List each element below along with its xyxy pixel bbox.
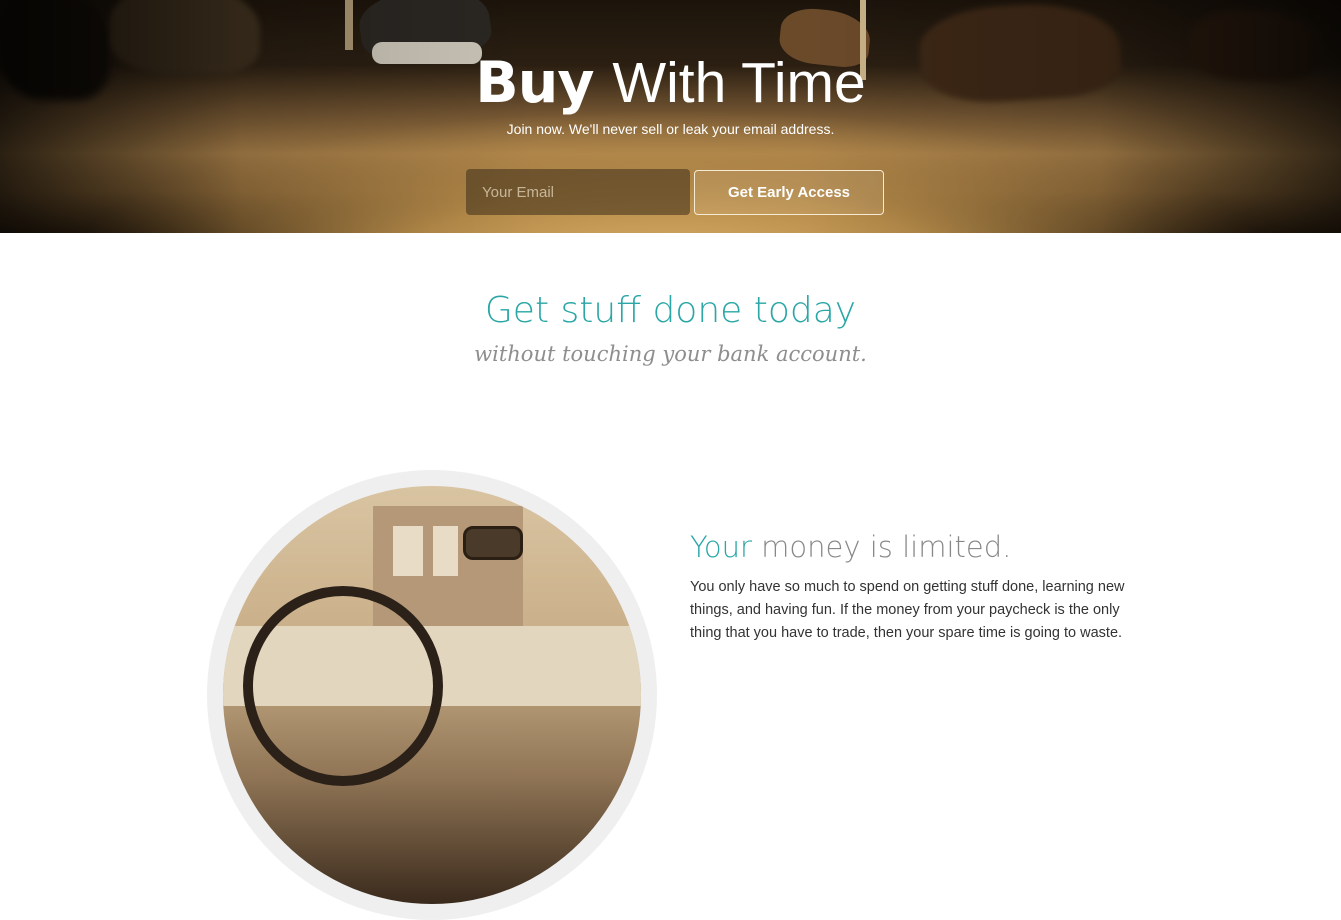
feature-photo-car-interior (223, 486, 641, 904)
feature-title-accent: Your (690, 530, 752, 564)
hero-title-bold: Buy (475, 50, 594, 116)
email-input[interactable] (466, 169, 690, 215)
photo-steering-wheel (243, 586, 443, 786)
photo-rearview-mirror (463, 526, 523, 560)
get-early-access-button[interactable]: Get Early Access (694, 170, 884, 215)
feature-title: Your money is limited. (690, 530, 1011, 564)
hero-title-light: With Time (612, 51, 866, 115)
section-title: Get stuff done today (484, 290, 857, 331)
photo-window (433, 526, 458, 576)
hero-subtitle: Join now. We'll never sell or leak your … (506, 121, 835, 137)
hero-banner: Buy With Time Join now. We'll never sell… (0, 0, 1341, 233)
feature-body: You only have so much to spend on gettin… (690, 579, 1125, 641)
hero-title: Buy With Time (0, 50, 1341, 116)
section-subtitle: without touching your bank account. (474, 342, 867, 366)
feature-title-rest: money is limited. (761, 530, 1012, 564)
photo-window (393, 526, 423, 576)
